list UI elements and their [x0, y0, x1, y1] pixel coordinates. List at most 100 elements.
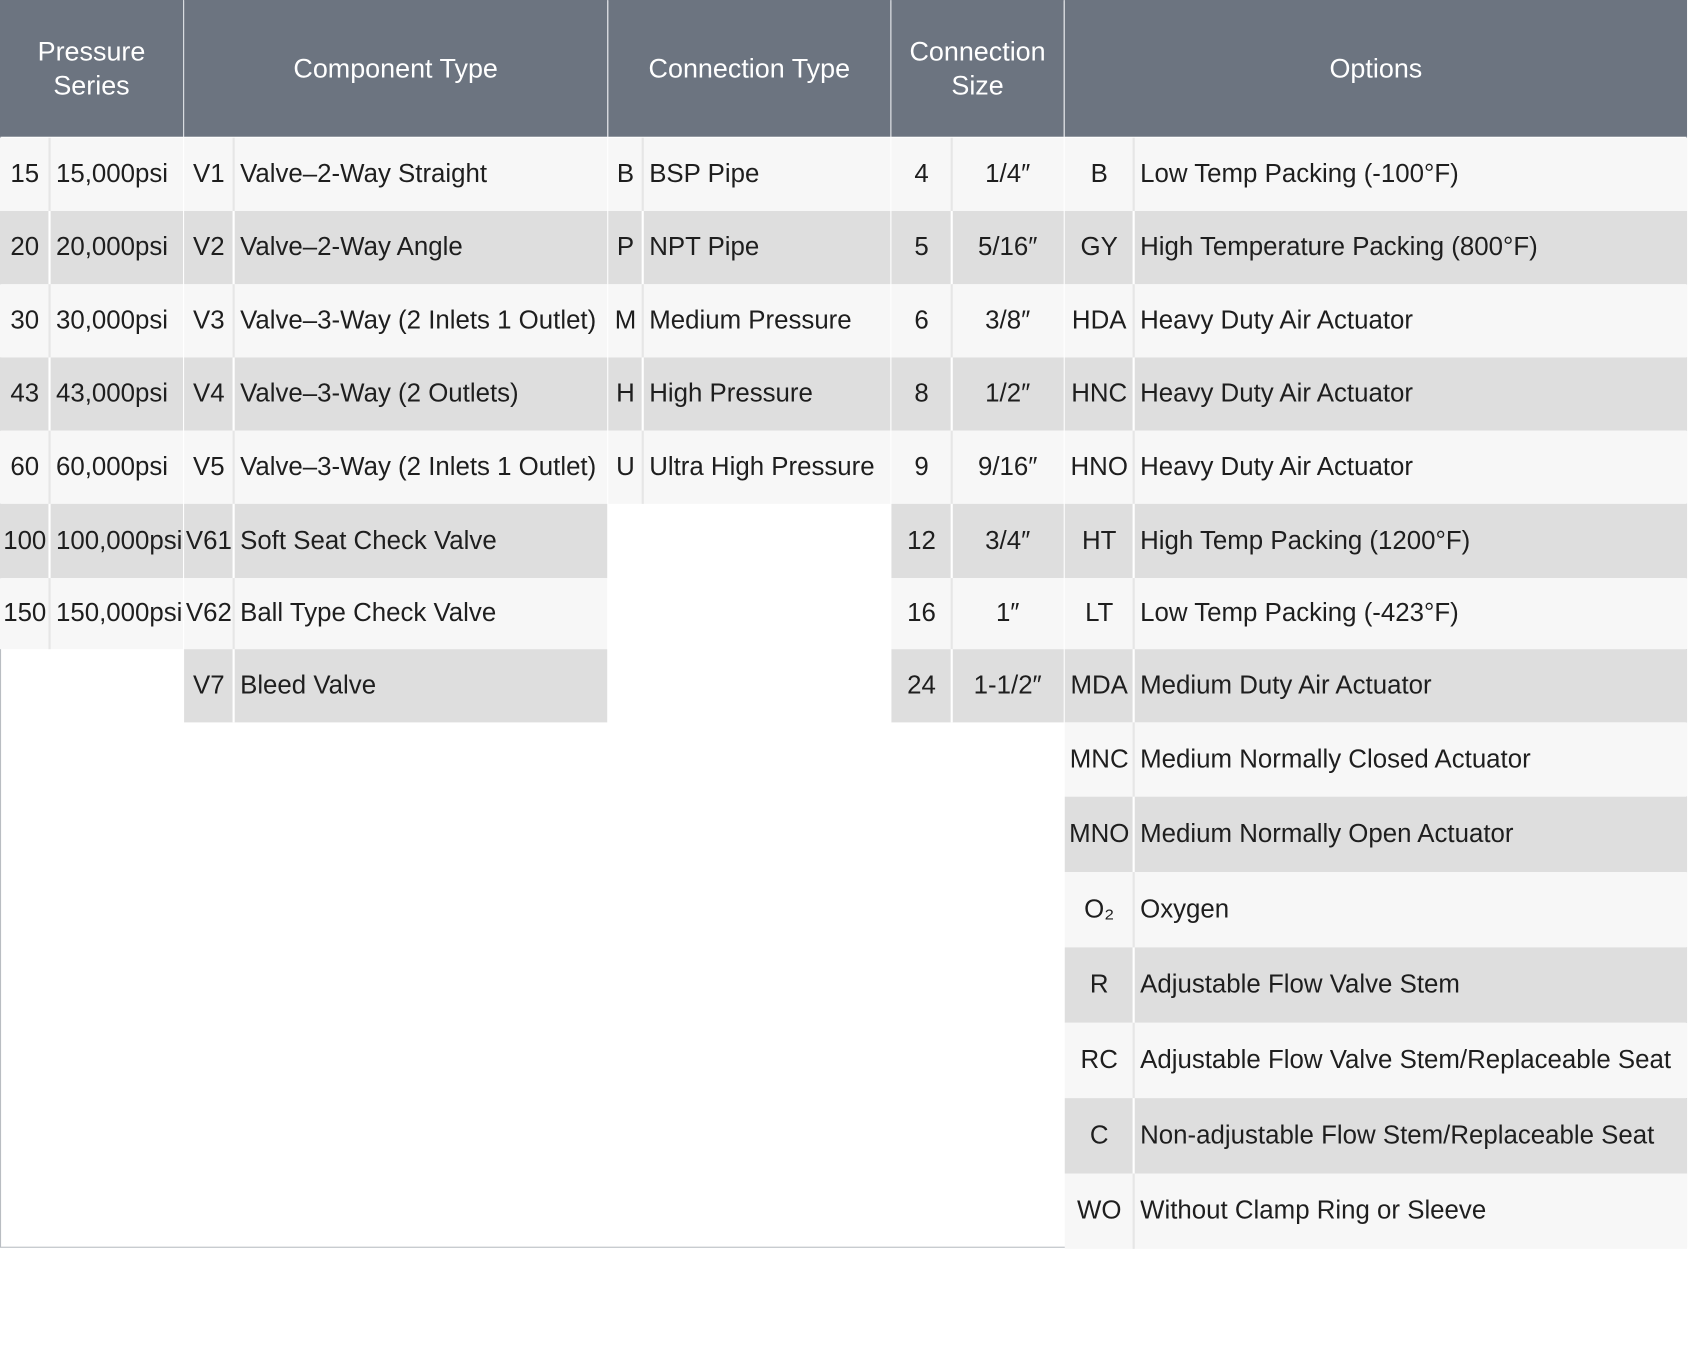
connection-size-code: 12 — [907, 525, 936, 555]
option-code: MDA — [1070, 670, 1128, 700]
option-code: GY — [1080, 232, 1118, 262]
header-options-label: Options — [1329, 53, 1423, 84]
options-table: Pressure Series Component Type Connectio… — [0, 0, 1688, 1345]
pressure-series-code: 60 — [10, 452, 40, 482]
header-connection-type: Connection Type — [608, 0, 891, 137]
pressure-series-description: 15,000psi — [55, 159, 169, 189]
pressure-series-description: 60,000psi — [55, 452, 169, 482]
option-description: Heavy Duty Air Actuator — [1140, 378, 1413, 409]
option-description: Medium Normally Closed Actuator — [1140, 744, 1531, 774]
connection-size-description: 1-1/2″ — [973, 670, 1042, 700]
component-type-code: V2 — [193, 232, 225, 262]
option-code: B — [1090, 159, 1108, 189]
connection-size-description: 9/16″ — [977, 452, 1038, 482]
header-component-type: Component Type — [184, 0, 608, 137]
option-code: MNO — [1069, 819, 1130, 849]
option-description: Adjustable Flow Valve Stem/Replaceable S… — [1140, 1045, 1672, 1075]
pressure-series-code: 100 — [3, 525, 47, 555]
option-description: Low Temp Packing (-423°F) — [1140, 598, 1459, 628]
option-description: High Temperature Packing (800°F) — [1140, 232, 1538, 262]
header-pressure-series-label: Pressure Series — [37, 36, 146, 101]
header-component-type-label: Component Type — [293, 53, 498, 84]
component-type-description: Valve–3-Way (2 Inlets 1 Outlet) — [240, 305, 597, 335]
header-connection-type-label: Connection Type — [648, 53, 851, 84]
component-type-description: Bleed Valve — [240, 670, 377, 700]
header-divider — [890, 0, 892, 137]
pressure-series-code: 20 — [10, 232, 40, 262]
header-connection-size-label: Connection Size — [909, 36, 1046, 101]
component-type-description: Ball Type Check Valve — [240, 598, 497, 628]
option-code: LT — [1085, 598, 1114, 628]
connection-type-description: High Pressure — [649, 378, 813, 409]
option-code: R — [1089, 970, 1109, 1000]
header-connection-size: Connection Size — [891, 0, 1064, 137]
component-type-code: V7 — [193, 670, 225, 700]
header-pressure-series: Pressure Series — [0, 0, 184, 137]
connection-type-description: BSP Pipe — [649, 159, 760, 189]
connection-type-code: H — [616, 378, 635, 409]
connection-type-description: Medium Pressure — [649, 305, 852, 335]
option-description: Medium Normally Open Actuator — [1140, 819, 1514, 849]
connection-size-code: 24 — [907, 670, 936, 700]
component-type-code: V3 — [193, 305, 225, 335]
pressure-series-description: 100,000psi — [55, 525, 183, 555]
connection-size-description: 5/16″ — [977, 232, 1038, 262]
header-divider — [1063, 0, 1065, 137]
component-type-code: V62 — [185, 598, 232, 628]
header-divider — [607, 0, 609, 137]
connection-size-code: 4 — [914, 159, 929, 189]
pressure-series-code: 30 — [10, 305, 40, 335]
connection-size-code: 6 — [914, 305, 929, 335]
connection-type-code: U — [616, 452, 635, 482]
connection-size-code: 8 — [914, 378, 929, 409]
component-type-code: V5 — [193, 452, 225, 482]
option-code: MNC — [1069, 744, 1129, 774]
option-description: Heavy Duty Air Actuator — [1140, 305, 1413, 335]
connection-size-description: 3/4″ — [985, 525, 1031, 555]
connection-type-description: NPT Pipe — [649, 232, 760, 262]
pressure-series-code: 43 — [10, 378, 40, 409]
component-type-code: V4 — [193, 378, 225, 409]
header-divider — [183, 0, 185, 137]
component-type-description: Valve–2-Way Angle — [240, 232, 463, 262]
pressure-series-description: 30,000psi — [55, 305, 169, 335]
option-code: RC — [1080, 1045, 1118, 1075]
option-description: Heavy Duty Air Actuator — [1140, 452, 1413, 482]
header-options: Options — [1064, 0, 1688, 137]
pressure-series-description: 43,000psi — [55, 378, 169, 409]
connection-type-description: Ultra High Pressure — [649, 452, 875, 482]
component-type-code: V61 — [185, 525, 232, 555]
component-type-code: V1 — [193, 159, 225, 189]
connection-type-code: P — [616, 232, 635, 262]
option-description: Medium Duty Air Actuator — [1140, 670, 1432, 700]
option-code: O₂ — [1084, 894, 1115, 924]
option-code: HT — [1081, 525, 1117, 555]
connection-size-description: 3/8″ — [985, 305, 1031, 335]
connection-size-description: 1/2″ — [985, 378, 1031, 409]
connection-size-code: 5 — [914, 232, 929, 262]
connection-size-code: 16 — [907, 598, 936, 628]
option-code: WO — [1076, 1196, 1122, 1226]
connection-size-description: 1″ — [995, 598, 1020, 628]
connection-size-description: 1/4″ — [985, 159, 1031, 189]
option-code: HDA — [1071, 305, 1127, 335]
component-type-description: Valve–2-Way Straight — [240, 159, 488, 189]
component-type-description: Valve–3-Way (2 Outlets) — [240, 378, 519, 409]
component-type-description: Soft Seat Check Valve — [240, 525, 497, 555]
option-code: HNO — [1070, 452, 1128, 482]
option-code: C — [1089, 1120, 1109, 1150]
option-description: Without Clamp Ring or Sleeve — [1140, 1196, 1487, 1226]
option-description: High Temp Packing (1200°F) — [1140, 525, 1471, 555]
option-description: Non-adjustable Flow Stem/Replaceable Sea… — [1140, 1120, 1655, 1150]
pressure-series-description: 150,000psi — [55, 598, 183, 628]
option-description: Oxygen — [1140, 894, 1230, 924]
component-type-description: Valve–3-Way (2 Inlets 1 Outlet) — [240, 452, 597, 482]
connection-type-code: M — [614, 305, 637, 335]
pressure-series-code: 15 — [10, 159, 40, 189]
connection-type-code: B — [616, 159, 635, 189]
pressure-series-description: 20,000psi — [55, 232, 169, 262]
pressure-series-code: 150 — [3, 598, 47, 628]
option-code: HNC — [1071, 378, 1128, 409]
option-description: Adjustable Flow Valve Stem — [1140, 970, 1460, 1000]
option-description: Low Temp Packing (-100°F) — [1140, 159, 1459, 189]
